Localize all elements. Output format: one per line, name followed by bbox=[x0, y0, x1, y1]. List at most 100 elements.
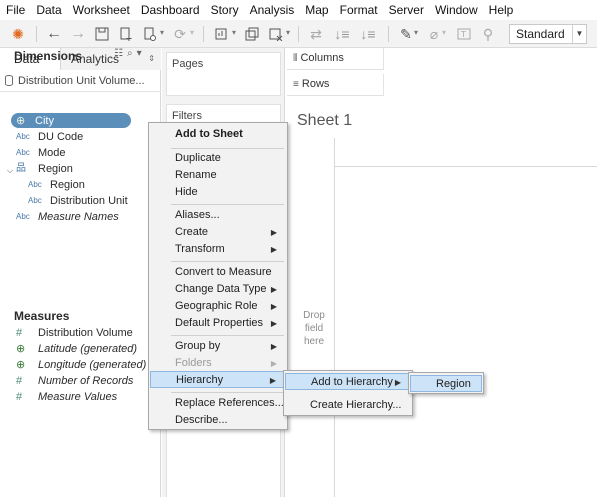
submenu-arrow-icon: ▶ bbox=[270, 228, 277, 237]
chevron-down-icon[interactable]: ▾ bbox=[414, 28, 418, 37]
group-members-icon[interactable]: ⌀ bbox=[424, 24, 444, 44]
menu-item-convert-to-measure[interactable]: Convert to Measure bbox=[150, 264, 286, 281]
globe-icon: ⊕ bbox=[16, 343, 26, 355]
menu-item-hide[interactable]: Hide bbox=[150, 184, 286, 201]
toolbar-divider bbox=[298, 26, 299, 42]
duplicate-sheet-icon[interactable] bbox=[242, 24, 262, 44]
menu-story[interactable]: Story bbox=[211, 3, 239, 17]
submenu-arrow-icon: ▶ bbox=[269, 376, 276, 385]
chevron-down-icon[interactable]: ▾ bbox=[137, 48, 146, 59]
menu-dashboard[interactable]: Dashboard bbox=[141, 3, 200, 17]
chevron-down-icon[interactable]: ▾ bbox=[232, 28, 236, 37]
menu-item-replace-references[interactable]: Replace References... bbox=[150, 395, 286, 412]
menu-help[interactable]: Help bbox=[489, 3, 514, 17]
submenu-arrow-icon: ▶ bbox=[270, 342, 277, 351]
drop-field-hint[interactable]: Drop field here bbox=[302, 309, 326, 348]
fix-axes-icon[interactable]: ⚲ bbox=[478, 24, 498, 44]
menu-item-add-to-hierarchy[interactable]: Add to Hierarchy ▶ bbox=[285, 373, 411, 390]
menu-format[interactable]: Format bbox=[340, 3, 378, 17]
submenu-arrow-icon: ▶ bbox=[394, 378, 401, 387]
field-mode[interactable]: Abc Mode bbox=[16, 145, 156, 161]
menu-worksheet[interactable]: Worksheet bbox=[73, 3, 130, 17]
pages-shelf[interactable]: Pages bbox=[166, 52, 281, 96]
menu-window[interactable]: Window bbox=[435, 3, 478, 17]
field-distribution-unit[interactable]: Abc Distribution Unit bbox=[28, 193, 156, 209]
rows-shelf[interactable]: ≡ Rows bbox=[287, 74, 597, 96]
submenu-arrow-icon: ▶ bbox=[270, 359, 277, 368]
menu-data[interactable]: Data bbox=[36, 3, 61, 17]
string-type-icon: Abc bbox=[16, 148, 30, 157]
sort-ascending-icon[interactable]: ↓≡ bbox=[332, 24, 352, 44]
chevron-down-icon[interactable]: ▾ bbox=[160, 28, 164, 37]
clear-sheet-icon[interactable] bbox=[266, 24, 286, 44]
new-datasource-icon[interactable] bbox=[116, 24, 136, 44]
menu-server[interactable]: Server bbox=[389, 3, 424, 17]
menu-item-default-properties[interactable]: Default Properties ▶ bbox=[150, 315, 286, 332]
field-measure-names[interactable]: Abc Measure Names bbox=[16, 209, 156, 225]
search-icon[interactable]: ⌕ bbox=[127, 48, 137, 59]
menu-item-create[interactable]: Create ▶ bbox=[150, 224, 286, 241]
menu-item-aliases[interactable]: Aliases... bbox=[150, 207, 286, 224]
filters-label: Filters bbox=[172, 110, 202, 122]
pages-label: Pages bbox=[172, 58, 204, 70]
chevron-down-icon[interactable]: ▾ bbox=[442, 28, 446, 37]
field-number-of-records[interactable]: # Number of Records bbox=[16, 373, 156, 389]
chevron-down-icon[interactable]: ▾ bbox=[190, 28, 194, 37]
chevron-down-icon[interactable]: ⌵ bbox=[7, 166, 13, 176]
menu-item-change-data-type[interactable]: Change Data Type ▶ bbox=[150, 281, 286, 298]
chevron-down-icon[interactable]: ▼ bbox=[572, 25, 586, 43]
menu-item-hierarchy[interactable]: Hierarchy ▶ bbox=[150, 371, 286, 388]
dimensions-heading: Dimensions bbox=[14, 49, 83, 63]
datasource-item[interactable]: Distribution Unit Volume... bbox=[0, 70, 161, 92]
spinner-icon[interactable]: ⇕ bbox=[148, 48, 155, 70]
menu-item-region[interactable]: Region bbox=[410, 375, 482, 392]
save-icon[interactable] bbox=[92, 24, 112, 44]
pause-updates-icon[interactable] bbox=[140, 24, 160, 44]
field-distribution-volume[interactable]: # Distribution Volume bbox=[16, 325, 156, 341]
field-label: Latitude (generated) bbox=[38, 343, 138, 355]
field-label: Number of Records bbox=[38, 375, 134, 387]
string-type-icon: Abc bbox=[16, 212, 30, 221]
rows-drop-area[interactable] bbox=[383, 74, 597, 96]
swap-icon[interactable]: ⇄ bbox=[306, 24, 326, 44]
view-toggle-icon[interactable]: ☷ bbox=[114, 48, 127, 59]
field-label: Measure Names bbox=[38, 211, 119, 223]
view-size-select[interactable]: Standard ▼ bbox=[509, 24, 587, 44]
menu-item-describe[interactable]: Describe... bbox=[150, 412, 286, 429]
field-label: Measure Values bbox=[38, 391, 118, 403]
menu-item-rename[interactable]: Rename bbox=[150, 167, 286, 184]
menu-map[interactable]: Map bbox=[305, 3, 328, 17]
menu-item-add-to-sheet[interactable]: Add to Sheet bbox=[150, 126, 286, 143]
tableau-logo-icon[interactable]: ✺ bbox=[8, 24, 28, 44]
redo-icon[interactable]: → bbox=[68, 24, 88, 44]
menu-item-create-hierarchy[interactable]: Create Hierarchy... bbox=[285, 397, 411, 414]
field-measure-values[interactable]: # Measure Values bbox=[16, 389, 156, 405]
field-du-code[interactable]: Abc DU Code bbox=[16, 129, 156, 145]
show-labels-icon[interactable]: T bbox=[454, 24, 474, 44]
field-label: Region bbox=[38, 163, 73, 175]
view-size-value: Standard bbox=[516, 27, 565, 41]
menu-analysis[interactable]: Analysis bbox=[250, 3, 295, 17]
menu-item-transform[interactable]: Transform ▶ bbox=[150, 241, 286, 258]
field-city-selected[interactable]: ⊕ City bbox=[11, 113, 131, 128]
menu-item-duplicate[interactable]: Duplicate bbox=[150, 150, 286, 167]
menu-item-label: Folders bbox=[175, 357, 212, 369]
refresh-icon[interactable]: ⟳ bbox=[170, 24, 190, 44]
field-region-hierarchy[interactable]: 品 Region bbox=[16, 161, 156, 177]
menu-item-geographic-role[interactable]: Geographic Role ▶ bbox=[150, 298, 286, 315]
columns-shelf[interactable]: ⦀ Columns bbox=[287, 48, 597, 70]
menu-item-group-by[interactable]: Group by ▶ bbox=[150, 338, 286, 355]
field-latitude[interactable]: ⊕ Latitude (generated) bbox=[16, 341, 156, 357]
new-worksheet-icon[interactable] bbox=[212, 24, 232, 44]
menu-file[interactable]: File bbox=[6, 3, 25, 17]
columns-drop-area[interactable] bbox=[383, 48, 597, 70]
datasource-label: Distribution Unit Volume... bbox=[18, 75, 145, 87]
chevron-down-icon[interactable]: ▾ bbox=[286, 28, 290, 37]
undo-icon[interactable]: ← bbox=[44, 24, 64, 44]
sheet-title[interactable]: Sheet 1 bbox=[297, 112, 352, 130]
field-region[interactable]: Abc Region bbox=[28, 177, 156, 193]
field-longitude[interactable]: ⊕ Longitude (generated) bbox=[16, 357, 156, 373]
highlight-icon[interactable]: ✎ bbox=[396, 24, 416, 44]
field-label: Distribution Volume bbox=[38, 327, 133, 339]
sort-descending-icon[interactable]: ↓≡ bbox=[358, 24, 378, 44]
